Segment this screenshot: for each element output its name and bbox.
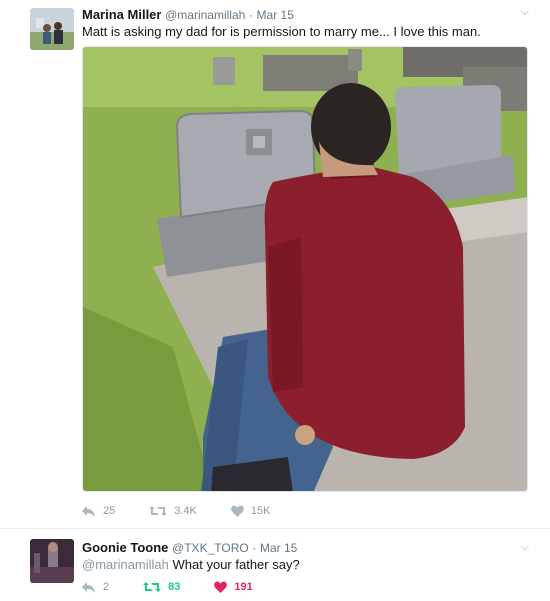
avatar[interactable] bbox=[30, 539, 74, 583]
retweet-icon bbox=[143, 582, 162, 592]
display-name[interactable]: Goonie Toone bbox=[82, 540, 168, 555]
avatar[interactable] bbox=[30, 8, 74, 50]
display-name[interactable]: Marina Miller bbox=[82, 7, 161, 22]
retweet-count: 3.4K bbox=[174, 505, 197, 517]
timestamp[interactable]: Mar 15 bbox=[260, 541, 297, 555]
reply-count: 2 bbox=[103, 581, 110, 593]
reply-icon bbox=[82, 581, 95, 593]
retweet-button[interactable]: 3.4K bbox=[149, 505, 197, 517]
mention-link[interactable]: @marinamillah bbox=[82, 557, 169, 572]
tweet[interactable]: Goonie Toone @TXK_TORO · Mar 15 ⌵ @marin… bbox=[0, 529, 550, 601]
tweet[interactable]: Marina Miller @marinamillah · Mar 15 ⌵ M… bbox=[0, 0, 550, 528]
retweet-icon bbox=[149, 506, 168, 516]
chevron-down-icon[interactable]: ⌵ bbox=[521, 541, 529, 554]
reply-button[interactable]: 25 bbox=[82, 505, 115, 517]
heart-icon bbox=[214, 581, 228, 593]
chevron-down-icon[interactable]: ⌵ bbox=[521, 6, 529, 19]
like-button[interactable]: 191 bbox=[214, 581, 253, 593]
reply-count: 25 bbox=[103, 505, 116, 517]
tweet-actions: 2 83 191 bbox=[82, 581, 287, 593]
heart-icon bbox=[231, 505, 244, 517]
reply-text: What your father say? bbox=[172, 557, 300, 572]
tweet-text: Matt is asking my dad for is permission … bbox=[82, 24, 481, 39]
reply-icon bbox=[82, 505, 95, 517]
username[interactable]: @TXK_TORO bbox=[172, 541, 249, 555]
tweet-actions: 25 3.4K 15K bbox=[82, 505, 304, 517]
like-count: 15K bbox=[250, 505, 271, 517]
reply-button[interactable]: 2 bbox=[82, 581, 109, 593]
username[interactable]: @marinamillah bbox=[165, 8, 245, 22]
separator: · bbox=[248, 8, 253, 22]
like-button[interactable]: 15K bbox=[231, 505, 271, 517]
like-count: 191 bbox=[234, 581, 253, 593]
tweet-header: Goonie Toone @TXK_TORO · Mar 15 bbox=[82, 540, 297, 555]
timestamp[interactable]: Mar 15 bbox=[257, 8, 294, 22]
tweet-photo[interactable] bbox=[82, 46, 528, 492]
retweet-count: 83 bbox=[168, 581, 181, 593]
retweet-button[interactable]: 83 bbox=[143, 581, 180, 593]
separator: · bbox=[252, 541, 257, 555]
tweet-text: @marinamillah What your father say? bbox=[82, 557, 300, 572]
tweet-header: Marina Miller @marinamillah · Mar 15 bbox=[82, 7, 294, 22]
